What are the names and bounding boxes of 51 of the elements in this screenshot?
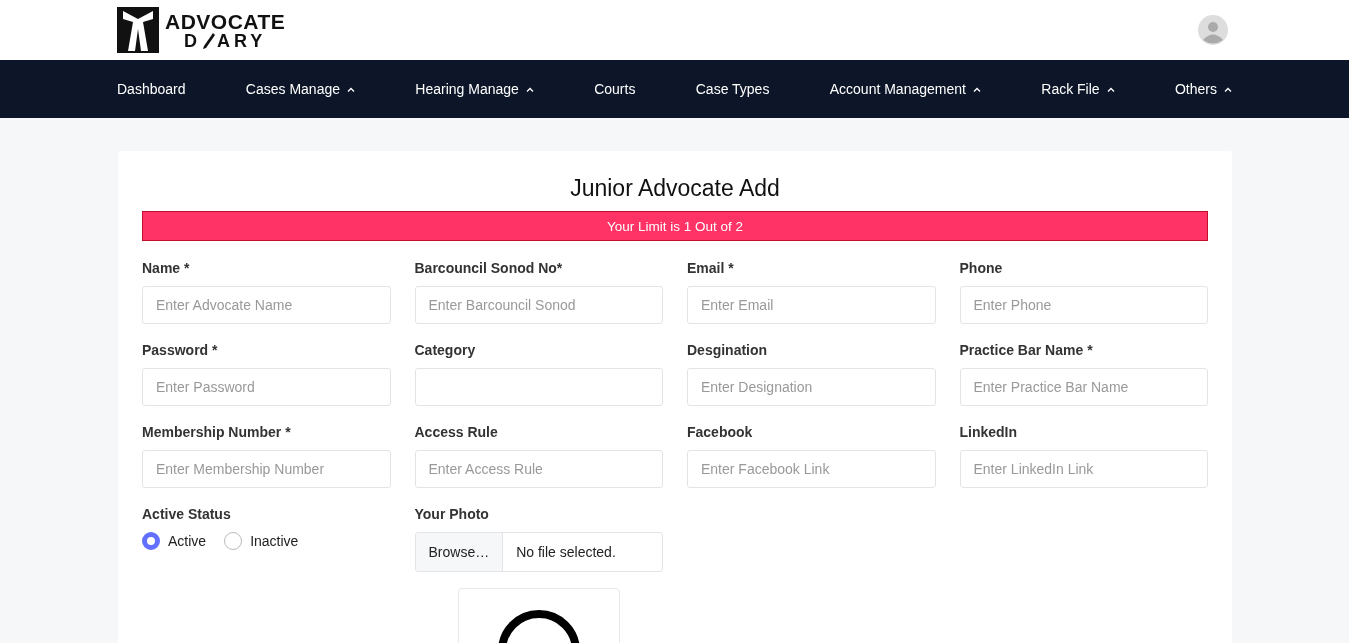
field-label: Active Status xyxy=(142,506,232,522)
input-field[interactable]: Enter LinkedIn Link xyxy=(959,450,1208,488)
nav-link[interactable]: Cases Manage xyxy=(245,81,355,97)
caret-icon xyxy=(347,86,355,92)
form-title: Junior Advocate Add xyxy=(569,175,781,202)
input-field[interactable]: Enter Practice Bar Name xyxy=(959,368,1208,406)
pencil-icon xyxy=(201,31,216,50)
radio-label: Inactive xyxy=(250,533,299,549)
logo-icon xyxy=(117,7,159,53)
field-label: Phone xyxy=(959,260,1004,276)
input-field[interactable]: Enter Facebook Link xyxy=(687,450,936,488)
field-label: Barcouncil Sonod No* xyxy=(414,260,564,276)
input-field[interactable]: Enter Email xyxy=(687,286,936,324)
field-label: Name * xyxy=(142,260,191,276)
nav-link[interactable]: Rack File xyxy=(1041,81,1115,97)
nav-link[interactable]: Hearing Manage xyxy=(415,81,534,97)
input-field[interactable] xyxy=(414,368,663,406)
input-field[interactable]: Enter Phone xyxy=(959,286,1208,324)
input-field[interactable]: Enter Membership Number xyxy=(142,450,391,488)
input-field[interactable]: Enter Password xyxy=(142,368,391,406)
field-label: Access Rule xyxy=(414,424,499,440)
field-label: Email * xyxy=(687,260,735,276)
nav-link[interactable]: Courts xyxy=(594,81,636,97)
field-label: Practice Bar Name * xyxy=(959,342,1094,358)
field-label: Your Photo xyxy=(414,506,490,522)
nav-link[interactable]: Account Management xyxy=(829,81,981,97)
field-label: Facebook xyxy=(687,424,754,440)
field-label: Category xyxy=(414,342,477,358)
field-label: Membership Number * xyxy=(142,424,292,440)
caret-icon xyxy=(525,86,534,92)
radio-label: Active xyxy=(168,533,207,549)
nav-link[interactable]: Case Types xyxy=(695,81,770,97)
input-field[interactable]: Enter Access Rule xyxy=(414,450,663,488)
field-label: Desgination xyxy=(687,342,769,358)
logo-letter: D xyxy=(183,31,201,50)
file-input[interactable]: Browse… No file selected. xyxy=(414,532,663,572)
logo-subtitle: ARY xyxy=(216,31,267,50)
field-label: LinkedIn xyxy=(959,424,1019,440)
logo-title: ADVOCATE xyxy=(165,10,286,32)
caret-icon xyxy=(1106,86,1115,92)
input-field[interactable]: Enter Advocate Name xyxy=(142,286,391,324)
nav-link[interactable]: Dashboard xyxy=(117,81,186,97)
input-field[interactable]: Enter Barcouncil Sonod xyxy=(414,286,663,324)
limit-alert: Your Limit is 1 Out of 2 xyxy=(142,211,1208,241)
radio-button[interactable] xyxy=(142,532,160,550)
caret-icon xyxy=(1223,86,1232,92)
nav-link[interactable]: Others xyxy=(1174,81,1232,97)
avatar-icon[interactable] xyxy=(1198,15,1228,45)
caret-icon xyxy=(972,86,981,92)
field-label: Password * xyxy=(142,342,219,358)
input-field[interactable]: Enter Designation xyxy=(687,368,936,406)
